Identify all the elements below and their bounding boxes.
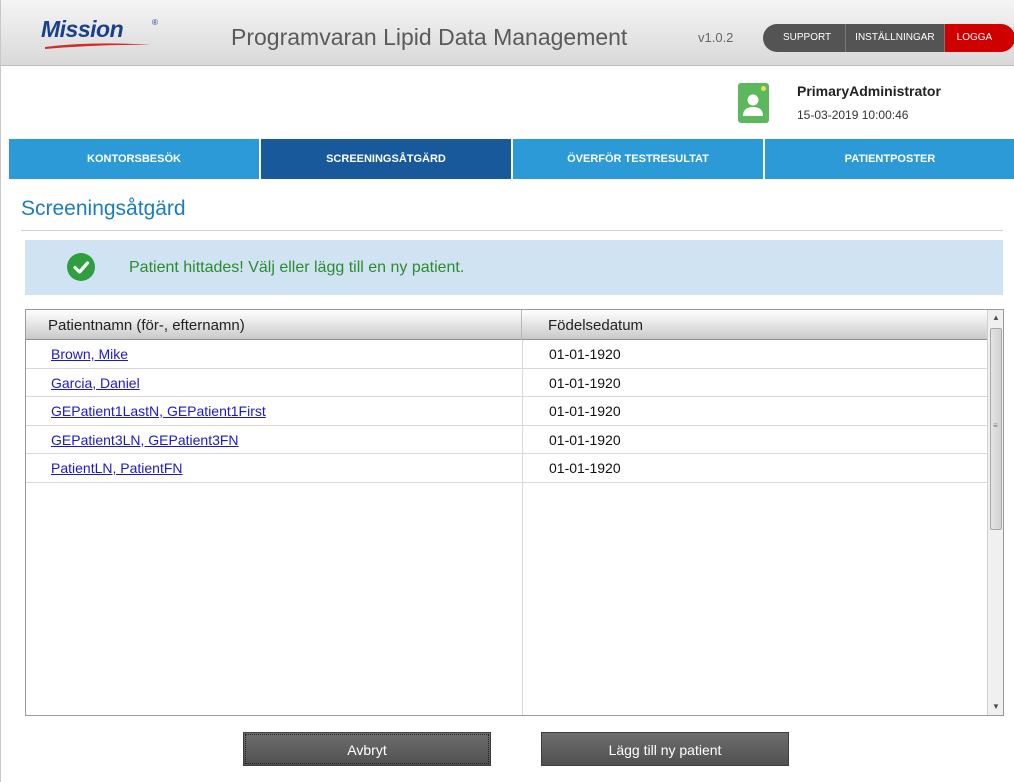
user-name: PrimaryAdministrator [797, 83, 941, 99]
scroll-up-arrow-icon[interactable]: ▲ [988, 310, 1003, 326]
app-window: Mission ® Programvaran Lipid Data Manage… [0, 0, 1014, 782]
patient-dob: 01-01-1920 [549, 460, 621, 476]
patient-dob: 01-01-1920 [549, 431, 621, 448]
column-header-dob[interactable]: Födelsedatum [522, 310, 988, 340]
mission-logo: Mission ® [41, 16, 161, 52]
logo-text: Mission [41, 16, 124, 42]
main-nav: KONTORSBESÖK SCREENINGSÅTGÄRD ÖVERFÖR TE… [9, 139, 1014, 179]
column-header-name[interactable]: Patientnamn (för-, efternamn) [26, 310, 522, 340]
patient-dob: 01-01-1920 [549, 374, 621, 391]
logout-button[interactable]: LOGGA UT [944, 24, 1014, 52]
table-row[interactable]: PatientLN, PatientFN 01-01-1920 [26, 454, 988, 483]
tab-screeningsatgard[interactable]: SCREENINGSÅTGÄRD [261, 139, 513, 179]
title-divider [21, 230, 1003, 231]
add-patient-button[interactable]: Lägg till ny patient [541, 732, 789, 766]
alert-message: Patient hittades! Välj eller lägg till e… [129, 259, 465, 276]
tab-kontorsbesok[interactable]: KONTORSBESÖK [9, 139, 261, 179]
table-header: Patientnamn (för-, efternamn) Födelsedat… [26, 310, 988, 340]
patient-dob: 01-01-1920 [549, 346, 621, 362]
scrollbar-thumb[interactable]: ≡ [990, 328, 1002, 530]
check-circle-icon [67, 253, 95, 281]
patient-name-link[interactable]: GEPatient3LN, GEPatient3FN [51, 432, 239, 448]
logo-registered-mark: ® [152, 18, 158, 27]
tab-overfor-testresultat[interactable]: ÖVERFÖR TESTRESULTAT [513, 139, 765, 179]
user-avatar-icon [738, 83, 769, 123]
patient-table: Patientnamn (för-, efternamn) Födelsedat… [25, 309, 1004, 716]
logo-swoosh-icon [45, 43, 151, 49]
app-title: Programvaran Lipid Data Management [231, 24, 628, 50]
table-row[interactable]: Garcia, Daniel 01-01-1920 [26, 369, 988, 397]
header-actions: SUPPORT INSTÄLLNINGAR LOGGA UT [763, 24, 1014, 52]
patient-dob: 01-01-1920 [549, 403, 621, 419]
table-row[interactable]: GEPatient3LN, GEPatient3FN 01-01-1920 [26, 426, 988, 454]
user-datetime: 15-03-2019 10:00:46 [797, 108, 909, 122]
patient-name-link[interactable]: GEPatient1LastN, GEPatient1First [51, 403, 266, 419]
success-alert: Patient hittades! Välj eller lägg till e… [25, 240, 1003, 295]
version-label: v1.0.2 [698, 30, 734, 45]
top-header: Mission ® Programvaran Lipid Data Manage… [1, 0, 1014, 66]
user-bar: PrimaryAdministrator 15-03-2019 10:00:46 [1, 67, 1014, 139]
tab-patientposter[interactable]: PATIENTPOSTER [765, 139, 1014, 179]
table-row[interactable]: Brown, Mike 01-01-1920 [26, 340, 988, 369]
cancel-button[interactable]: Avbryt [243, 732, 491, 766]
scroll-down-arrow-icon[interactable]: ▼ [988, 699, 1003, 715]
patient-name-link[interactable]: Brown, Mike [51, 346, 128, 362]
grip-icon: ≡ [993, 421, 998, 430]
page-title: Screeningsåtgärd [21, 197, 186, 220]
table-row[interactable]: GEPatient1LastN, GEPatient1First 01-01-1… [26, 397, 988, 426]
patient-name-link[interactable]: Garcia, Daniel [51, 375, 140, 391]
table-body: Brown, Mike 01-01-1920 Garcia, Daniel 01… [26, 340, 988, 715]
support-button[interactable]: SUPPORT [763, 24, 847, 52]
status-dot [761, 86, 766, 91]
patient-name-link[interactable]: PatientLN, PatientFN [51, 460, 183, 476]
settings-button[interactable]: INSTÄLLNINGAR [846, 24, 945, 52]
table-scrollbar[interactable]: ▲ ≡ ▼ [987, 310, 1003, 715]
